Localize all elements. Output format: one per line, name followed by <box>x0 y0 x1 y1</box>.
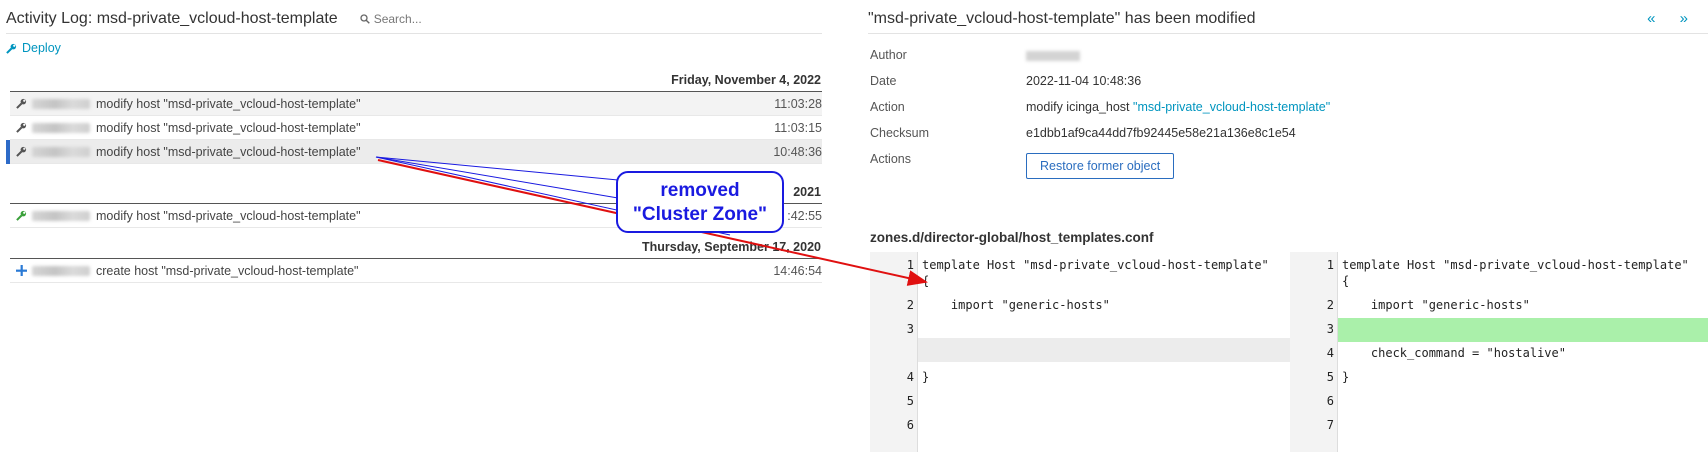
activity-row-selected[interactable]: modify host "msd-private_vcloud-host-tem… <box>6 140 822 164</box>
author-name <box>32 146 90 157</box>
day-header: Thursday, September 17, 2020 <box>10 235 822 259</box>
code-line: template Host "msd-private_vcloud-host-t… <box>1342 258 1689 272</box>
code-line: check_command = "hostalive" <box>1342 346 1566 360</box>
detail-pane: "msd-private_vcloud-host-template" has b… <box>858 0 1708 458</box>
author-value <box>1026 51 1080 61</box>
wrench-icon <box>15 210 26 221</box>
activity-row[interactable]: modify host "msd-private_vcloud-host-tem… <box>10 92 822 116</box>
action-label: Action <box>870 100 905 114</box>
code-line: { <box>1342 274 1350 288</box>
activity-message: create host "msd-private_vcloud-host-tem… <box>96 263 359 278</box>
line-number: 5 <box>906 394 914 408</box>
detail-title: "msd-private_vcloud-host-template" has b… <box>868 9 1256 27</box>
wrench-icon <box>15 122 26 133</box>
diff-added-block <box>1338 318 1708 342</box>
search-placeholder: Search... <box>373 11 422 26</box>
wrench-icon <box>15 146 26 157</box>
line-number: 4 <box>1326 346 1334 360</box>
activity-message: modify host "msd-private_vcloud-host-tem… <box>96 144 361 159</box>
activity-row[interactable]: create host "msd-private_vcloud-host-tem… <box>10 259 822 283</box>
code-line: { <box>922 274 930 288</box>
restore-former-object-button[interactable]: Restore former object <box>1026 153 1175 179</box>
search-icon <box>360 13 370 24</box>
line-number: 5 <box>1326 370 1334 384</box>
plus-icon <box>15 265 27 276</box>
code-line: template Host "msd-private_vcloud-host-t… <box>922 258 1269 272</box>
search-input[interactable]: Search... <box>360 12 422 26</box>
line-number: 6 <box>1326 394 1334 408</box>
detail-header: "msd-private_vcloud-host-template" has b… <box>868 4 1708 34</box>
activity-time: 10:48:36 <box>773 144 822 159</box>
line-number: 3 <box>1326 322 1334 336</box>
author-name <box>32 210 90 221</box>
actions-label: Actions <box>870 152 911 166</box>
checksum-value: e1dbb1af9ca44dd7fb92445e58e21a136e8c1e54 <box>1026 126 1296 140</box>
activity-time: 11:03:28 <box>774 96 822 111</box>
code-line: import "generic-hosts" <box>922 298 1110 312</box>
day-header: Friday, November 4, 2022 <box>10 68 822 92</box>
wrench-icon <box>6 43 17 54</box>
page-title: Activity Log: msd-private_vcloud-host-te… <box>6 9 338 27</box>
line-number: 6 <box>906 418 914 432</box>
line-number: 2 <box>1326 298 1334 312</box>
line-number: 2 <box>906 298 914 312</box>
collapse-arrows[interactable]: « » <box>1647 10 1698 27</box>
line-number: 3 <box>906 322 914 336</box>
author-name <box>32 265 90 276</box>
diff-old: 1 template Host "msd-private_vcloud-host-… <box>870 252 1290 452</box>
day-group: Thursday, September 17, 2020 create host… <box>10 235 822 283</box>
diff-new: 1 template Host "msd-private_vcloud-host-… <box>1290 252 1708 452</box>
author-name <box>32 122 90 133</box>
line-number: 1 <box>906 258 914 272</box>
callout-line-2: "Cluster Zone" <box>632 204 768 225</box>
activity-row[interactable]: modify host "msd-private_vcloud-host-tem… <box>10 116 822 140</box>
action-prefix: modify icinga_host <box>1026 100 1130 114</box>
deploy-label: Deploy <box>22 41 61 55</box>
activity-log-header: Activity Log: msd-private_vcloud-host-te… <box>6 4 822 34</box>
code-line: } <box>1342 370 1350 384</box>
line-number: 7 <box>1326 418 1334 432</box>
activity-time: 14:46:54 <box>773 263 822 278</box>
activity-message: modify host "msd-private_vcloud-host-tem… <box>96 96 361 111</box>
annotation-callout: removed "Cluster Zone" <box>616 171 784 233</box>
diff-filename: zones.d/director-global/host_templates.c… <box>870 230 1154 245</box>
author-label: Author <box>870 48 907 62</box>
activity-time: 11:03:15 <box>774 120 822 135</box>
detail-properties: Author Date 2022-11-04 10:48:36 Action mod… <box>870 48 1330 179</box>
date-value: 2022-11-04 10:48:36 <box>1026 74 1142 88</box>
date-label: Date <box>870 74 897 88</box>
day-group: Friday, November 4, 2022 modify host "ms… <box>6 68 822 164</box>
wrench-icon <box>15 98 26 109</box>
callout-line-1: removed <box>660 180 740 201</box>
line-number: 1 <box>1326 258 1334 272</box>
code-line: import "generic-hosts" <box>1342 298 1530 312</box>
line-number: 4 <box>906 370 914 384</box>
diff-removed-block <box>918 338 1290 362</box>
code-line: } <box>922 370 930 384</box>
checksum-label: Checksum <box>870 126 930 140</box>
action-object-link[interactable]: "msd-private_vcloud-host-template" <box>1133 100 1330 114</box>
deploy-button[interactable]: Deploy <box>6 41 61 55</box>
author-name <box>32 98 90 109</box>
activity-message: modify host "msd-private_vcloud-host-tem… <box>96 120 361 135</box>
